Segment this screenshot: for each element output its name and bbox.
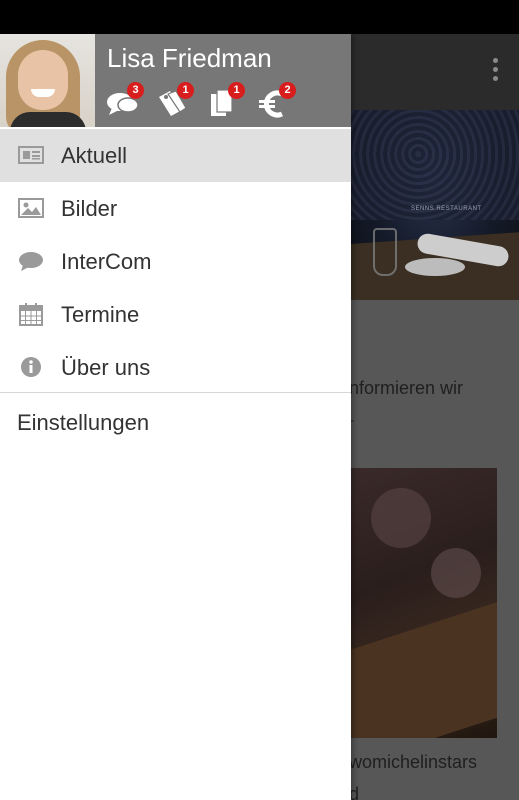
nav-label-bilder: Bilder — [61, 195, 118, 221]
restaurant-hero-image: SENNS.RESTAURANT — [351, 110, 519, 300]
nav-item-termine[interactable]: Termine — [0, 288, 351, 341]
more-options-icon[interactable] — [489, 58, 501, 86]
article-text-line: womichelinstars — [349, 752, 478, 772]
speech-bubble-icon — [18, 248, 44, 274]
nav-item-aktuell[interactable]: Aktuell — [0, 129, 351, 182]
tags-badge: 1 — [177, 82, 194, 99]
avatar[interactable] — [0, 34, 95, 127]
calendar-icon — [18, 301, 44, 327]
status-bar — [0, 0, 519, 34]
nav-label-aktuell: Aktuell — [61, 142, 128, 168]
nav-item-intercom[interactable]: InterCom — [0, 235, 351, 288]
image-icon — [18, 195, 44, 221]
newspaper-icon — [18, 142, 44, 168]
documents-icon[interactable]: 1 — [207, 82, 245, 118]
article-text-line: nformieren wir — [349, 378, 464, 398]
tags-icon[interactable]: 1 — [156, 82, 194, 118]
euro-badge: 2 — [279, 82, 296, 99]
info-icon — [18, 354, 44, 380]
settings-item[interactable]: Einstellungen — [17, 410, 149, 436]
documents-badge: 1 — [228, 82, 245, 99]
nav-label-intercom: InterCom — [61, 248, 152, 274]
nav-item-bilder[interactable]: Bilder — [0, 182, 351, 235]
divider — [0, 392, 351, 393]
drawer-header: Lisa Friedman 3 1 1 2 — [0, 34, 351, 127]
nav-label-termine: Termine — [61, 301, 140, 327]
chat-icon[interactable]: 3 — [106, 82, 144, 118]
user-name: Lisa Friedman — [107, 43, 272, 73]
article-photo — [351, 468, 497, 738]
chat-badge: 3 — [127, 82, 144, 99]
navigation-drawer: Lisa Friedman 3 1 1 2 Aktuell Bilder Int… — [0, 34, 351, 800]
nav-label-ueber-uns: Über uns — [61, 354, 151, 380]
euro-icon[interactable]: 2 — [258, 82, 296, 118]
nav-item-ueber-uns[interactable]: Über uns — [0, 341, 351, 394]
